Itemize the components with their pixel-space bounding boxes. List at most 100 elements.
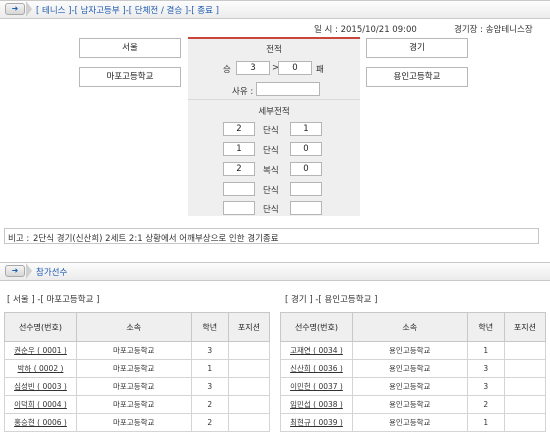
player-position xyxy=(503,377,547,396)
col-header-school: 소속 xyxy=(75,312,192,342)
player-position xyxy=(227,377,271,396)
player-grade: 3 xyxy=(190,341,229,360)
win-label: 승 xyxy=(223,65,231,75)
player-name-link[interactable]: 신산희 ( 0036 ) xyxy=(280,359,353,378)
arrow-right-icon: ➜ xyxy=(5,265,25,277)
breadcrumb-bar: ➜ [ 테니스 ]-[ 남자고등부 ]-[ 단체전 / 결승 ]-[ 종료 ] xyxy=(0,0,550,19)
player-school: 마포고등학교 xyxy=(75,413,192,432)
detail-type: 복식 xyxy=(263,166,279,176)
table-row: 고재연 ( 0034 ) 용인고등학교 1 xyxy=(280,341,547,360)
player-grade: 1 xyxy=(190,359,229,378)
player-position xyxy=(227,341,271,360)
player-name-link[interactable]: 이민헌 ( 0037 ) xyxy=(280,377,353,396)
player-grade: 2 xyxy=(190,413,229,432)
player-position xyxy=(503,341,547,360)
col-header-position: 포지션 xyxy=(503,312,547,342)
player-school: 용인고등학교 xyxy=(351,341,468,360)
detail-left-score[interactable] xyxy=(223,201,255,215)
detail-type: 단식 xyxy=(263,146,279,156)
detail-left-score[interactable] xyxy=(223,182,255,196)
detail-type: 단식 xyxy=(263,126,279,136)
col-header-school: 소속 xyxy=(351,312,468,342)
col-header-position: 포지션 xyxy=(227,312,271,342)
player-name-link[interactable]: 고재연 ( 0034 ) xyxy=(280,341,353,360)
score-title: 전적 xyxy=(266,45,282,55)
detail-right-score[interactable]: 0 xyxy=(290,142,322,156)
player-grade: 3 xyxy=(466,377,505,396)
left-wins-field[interactable]: 3 xyxy=(236,61,270,75)
table-row: 홍승현 ( 0006 ) 마포고등학교 2 xyxy=(4,413,271,432)
breadcrumb: [ 테니스 ]-[ 남자고등부 ]-[ 단체전 / 결승 ]-[ 종료 ] xyxy=(36,6,219,16)
table-row: 최현규 ( 0039 ) 용인고등학교 1 xyxy=(280,413,547,432)
left-group-title: [ 서울 ] -[ 마포고등학교 ] xyxy=(7,295,100,305)
player-name-link[interactable]: 홍승현 ( 0006 ) xyxy=(4,413,77,432)
player-grade: 1 xyxy=(466,341,505,360)
detail-type: 단식 xyxy=(263,205,279,215)
chevron-right-icon xyxy=(26,263,32,279)
player-position xyxy=(503,359,547,378)
detail-left-score[interactable]: 2 xyxy=(223,122,255,136)
player-school: 용인고등학교 xyxy=(351,413,468,432)
player-name-link[interactable]: 임민섭 ( 0038 ) xyxy=(280,395,353,414)
player-grade: 3 xyxy=(466,359,505,378)
detail-left-score[interactable]: 1 xyxy=(223,142,255,156)
col-header-grade: 학년 xyxy=(466,312,505,342)
detail-left-score[interactable]: 2 xyxy=(223,162,255,176)
player-name-link[interactable]: 박하 ( 0002 ) xyxy=(4,359,77,378)
detail-right-score[interactable]: 1 xyxy=(290,122,322,136)
col-header-name: 선수명(번호) xyxy=(280,312,353,342)
table-row: 권순우 ( 0001 ) 마포고등학교 3 xyxy=(4,341,271,360)
chevron-right-icon xyxy=(26,1,32,17)
loss-label: 패 xyxy=(316,65,324,75)
reason-label: 사유 : xyxy=(232,87,254,97)
player-grade: 2 xyxy=(466,395,505,414)
player-position xyxy=(503,413,547,432)
table-row: 신산희 ( 0036 ) 용인고등학교 3 xyxy=(280,359,547,378)
player-position xyxy=(503,395,547,414)
player-school: 마포고등학교 xyxy=(75,377,192,396)
player-position xyxy=(227,395,271,414)
note-label: 비고 : xyxy=(8,234,30,244)
player-name-link[interactable]: 이덕희 ( 0004 ) xyxy=(4,395,77,414)
player-grade: 2 xyxy=(190,395,229,414)
table-row: 이민헌 ( 0037 ) 용인고등학교 3 xyxy=(280,377,547,396)
players-section-title: 참가선수 xyxy=(36,268,68,278)
player-position xyxy=(227,413,271,432)
detail-right-score[interactable]: 0 xyxy=(290,162,322,176)
player-name-link[interactable]: 심성빈 ( 0003 ) xyxy=(4,377,77,396)
player-position xyxy=(227,359,271,378)
right-group-title: [ 경기 ] -[ 용인고등학교 ] xyxy=(285,295,378,305)
player-grade: 1 xyxy=(466,413,505,432)
player-name-link[interactable]: 최현규 ( 0039 ) xyxy=(280,413,353,432)
player-name-link[interactable]: 권순우 ( 0001 ) xyxy=(4,341,77,360)
arrow-right-icon: ➜ xyxy=(5,3,25,15)
player-school: 마포고등학교 xyxy=(75,359,192,378)
match-datetime: 일 시 : 2015/10/21 09:00 xyxy=(314,25,417,35)
player-school: 용인고등학교 xyxy=(351,395,468,414)
col-header-grade: 학년 xyxy=(190,312,229,342)
match-venue: 경기장 : 송암테니스장 xyxy=(454,25,533,35)
player-school: 마포고등학교 xyxy=(75,341,192,360)
left-team-school: 마포고등학교 xyxy=(79,67,181,87)
player-school: 용인고등학교 xyxy=(351,359,468,378)
player-school: 마포고등학교 xyxy=(75,395,192,414)
right-players-table: 선수명(번호) 소속 학년 포지션 고재연 ( 0034 ) 용인고등학교 1 … xyxy=(280,312,547,432)
player-grade: 3 xyxy=(190,377,229,396)
reason-field[interactable] xyxy=(256,82,320,96)
score-panel: 전적 승 3 > 0 패 사유 : 세부전적 2 단식 1 1 단식 0 2 복… xyxy=(188,37,360,216)
left-team-region: 서울 xyxy=(79,38,181,58)
table-row: 이덕희 ( 0004 ) 마포고등학교 2 xyxy=(4,395,271,414)
detail-type: 단식 xyxy=(263,186,279,196)
right-team-school: 용인고등학교 xyxy=(366,67,468,87)
left-players-table: 선수명(번호) 소속 학년 포지션 권순우 ( 0001 ) 마포고등학교 3 … xyxy=(4,312,271,432)
col-header-name: 선수명(번호) xyxy=(4,312,77,342)
detail-right-score[interactable] xyxy=(290,182,322,196)
right-wins-field[interactable]: 0 xyxy=(278,61,312,75)
detail-right-score[interactable] xyxy=(290,201,322,215)
table-row: 박하 ( 0002 ) 마포고등학교 1 xyxy=(4,359,271,378)
player-school: 용인고등학교 xyxy=(351,377,468,396)
right-team-region: 경기 xyxy=(366,38,468,58)
players-section-bar: ➜ 참가선수 xyxy=(0,262,550,281)
table-row: 심성빈 ( 0003 ) 마포고등학교 3 xyxy=(4,377,271,396)
table-row: 임민섭 ( 0038 ) 용인고등학교 2 xyxy=(280,395,547,414)
